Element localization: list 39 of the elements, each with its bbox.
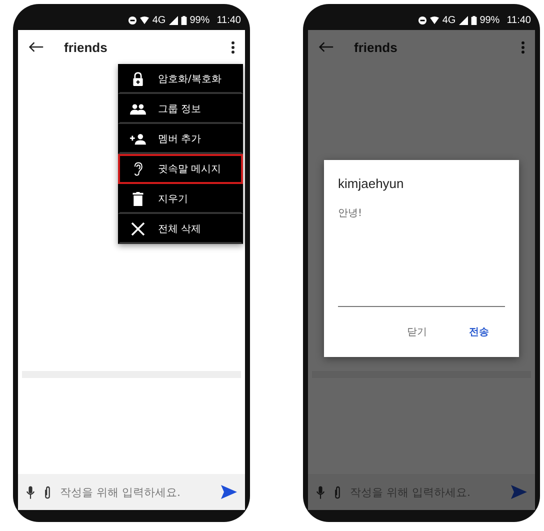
message-text-input[interactable]: 안녕!	[338, 207, 505, 218]
menu-item[interactable]: 암호화/복호화	[118, 64, 243, 94]
lock-icon	[130, 72, 146, 86]
wifi-icon	[430, 16, 440, 24]
signal-icon	[168, 16, 178, 24]
message-input-field[interactable]: 안녕!	[338, 197, 505, 307]
menu-item[interactable]: 지우기	[118, 184, 243, 214]
dialog-title: kimjaehyun	[338, 176, 405, 191]
battery-icon	[180, 16, 187, 24]
chat-title: friends	[354, 40, 398, 54]
send-icon[interactable]	[221, 485, 237, 499]
send-icon[interactable]	[511, 485, 527, 499]
more-options-icon[interactable]	[231, 40, 235, 54]
back-arrow-icon[interactable]	[28, 41, 44, 53]
menu-item[interactable]: 멤버 추가	[118, 124, 243, 154]
wifi-icon	[140, 16, 150, 24]
network-label: 4G	[152, 14, 166, 26]
clock-time: 11:40	[216, 14, 241, 26]
microphone-icon[interactable]	[26, 486, 35, 498]
close-icon	[130, 222, 146, 236]
clock-time: 11:40	[506, 14, 531, 26]
signal-icon	[458, 16, 468, 24]
trash-icon	[130, 192, 146, 206]
do-not-disturb-icon	[128, 16, 138, 24]
battery-icon	[470, 16, 477, 24]
paperclip-icon[interactable]	[333, 486, 342, 498]
battery-level: 99%	[480, 14, 500, 26]
send-button[interactable]: 전송	[463, 321, 495, 343]
add-person-icon	[130, 132, 146, 146]
battery-level: 99%	[190, 14, 210, 26]
chat-title: friends	[64, 40, 108, 54]
menu-item[interactable]: 그룹 정보	[118, 94, 243, 124]
do-not-disturb-icon	[418, 16, 428, 24]
network-label: 4G	[442, 14, 456, 26]
close-button[interactable]: 닫기	[401, 321, 433, 343]
group-icon	[130, 102, 146, 116]
paperclip-icon[interactable]	[43, 486, 52, 498]
menu-item[interactable]: 귓속말 메시지	[118, 154, 243, 184]
menu-item[interactable]: 전체 삭제	[118, 214, 243, 244]
